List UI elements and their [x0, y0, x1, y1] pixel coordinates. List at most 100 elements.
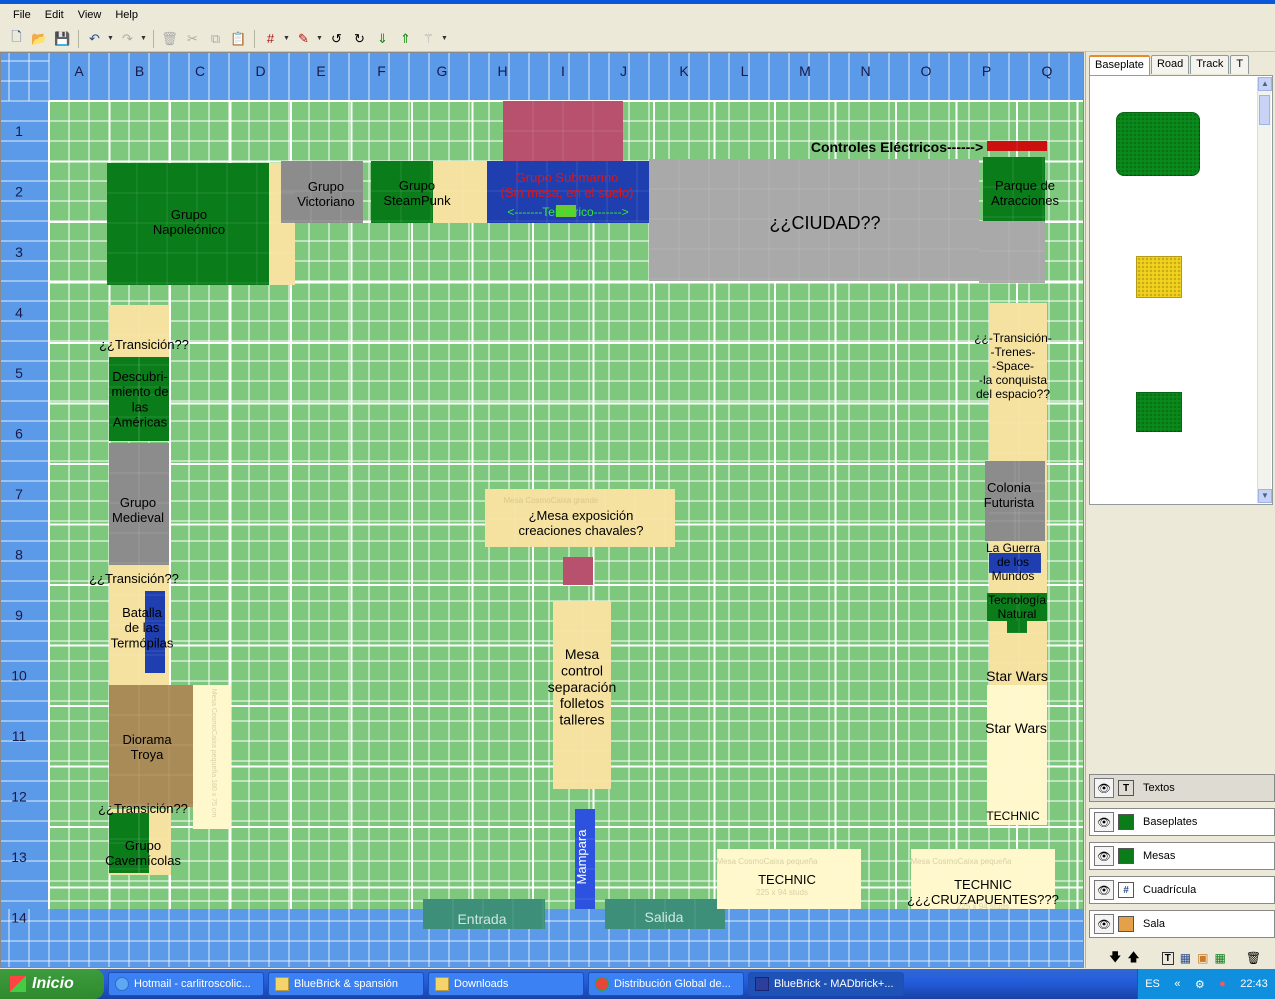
network-icon[interactable]: ⚙ [1195, 978, 1205, 991]
row-label-6: 6 [15, 426, 23, 442]
layout-map[interactable]: ABCDEFGHIJKLMNOPQ 1234567891011121314 Gr… [1, 53, 1084, 968]
layer-name: Textos [1143, 782, 1175, 794]
snap-grid-icon[interactable]: # [260, 28, 281, 49]
scroll-thumb[interactable] [1259, 95, 1270, 125]
delete-icon[interactable]: 🗑 [159, 28, 180, 49]
mesa-exposicion-label: ¿Mesa exposición creaciones chavales? [518, 508, 643, 538]
starwars-2-label: Star Wars [985, 720, 1047, 736]
rotate-right-icon[interactable]: ↻ [349, 28, 370, 49]
magic-wand-icon[interactable]: ⚚ [418, 28, 439, 49]
row-label-9: 9 [15, 607, 23, 623]
layer-name: Sala [1143, 918, 1166, 930]
add-text-layer-icon[interactable]: T [1161, 951, 1174, 965]
text-layer-icon: T [1118, 780, 1134, 796]
starwars-1-label: Star Wars [986, 668, 1048, 684]
paste-icon[interactable]: 📋 [228, 28, 249, 49]
tab-track[interactable]: Track [1190, 55, 1230, 74]
eye-icon[interactable]: 👁 [1094, 812, 1114, 832]
menu-help[interactable]: Help [108, 6, 145, 24]
table-layer-icon: ▦ [1118, 848, 1134, 864]
task-label: Distribución Global de... [614, 978, 731, 990]
steampunk-table[interactable] [433, 161, 487, 223]
rotate-left-icon[interactable]: ↺ [326, 28, 347, 49]
layer-sala[interactable]: 👁 ▣ Sala [1089, 910, 1275, 938]
row-label-4: 4 [15, 305, 23, 321]
column-label-G: G [437, 63, 448, 79]
antivirus-icon[interactable]: ● [1219, 978, 1226, 990]
new-file-icon[interactable]: 🗋 [6, 28, 27, 49]
send-back-icon[interactable]: ⇓ [372, 28, 393, 49]
layer-textos[interactable]: 👁 T Textos [1089, 774, 1275, 802]
column-label-E: E [316, 63, 325, 79]
layer-baseplates[interactable]: 👁 ▦ Baseplates [1089, 808, 1275, 836]
yellow-baseplate[interactable] [1136, 256, 1182, 298]
eye-icon[interactable]: 👁 [1094, 846, 1114, 866]
add-baseplate-layer-icon[interactable]: ▦ [1214, 951, 1225, 965]
tray-expand-icon[interactable]: « [1174, 978, 1180, 990]
eye-icon[interactable]: 👁 [1094, 880, 1114, 900]
menu-edit[interactable]: Edit [38, 6, 71, 24]
layer-mesas[interactable]: 👁 ▦ Mesas [1089, 842, 1275, 870]
add-room-layer-icon[interactable]: ▣ [1197, 951, 1208, 965]
move-layer-up-icon[interactable]: 🡅 [1127, 948, 1139, 969]
eye-icon[interactable]: 👁 [1094, 914, 1114, 934]
column-label-L: L [741, 63, 749, 79]
language-indicator[interactable]: ES [1145, 978, 1160, 990]
windows-logo-icon [10, 976, 26, 992]
column-label-N: N [860, 63, 870, 79]
redo-icon[interactable]: ↷ [117, 28, 138, 49]
layer-cuadr-cula[interactable]: 👁 # Cuadrícula [1089, 876, 1275, 904]
folder-icon [435, 977, 449, 991]
redo-dropdown-icon[interactable]: ▼ [140, 35, 148, 42]
snap-dropdown-icon[interactable]: ▼ [283, 35, 291, 42]
move-layer-down-icon[interactable]: 🡇 [1109, 948, 1121, 969]
paint-dropdown-icon[interactable]: ▼ [316, 35, 324, 42]
undo-icon[interactable]: ↶ [84, 28, 105, 49]
save-icon[interactable]: 💾 [52, 28, 73, 49]
column-label-H: H [497, 63, 507, 79]
task-downloads[interactable]: Downloads [428, 972, 584, 996]
green-baseplate-large[interactable] [1116, 112, 1200, 176]
row-label-1: 1 [15, 123, 23, 139]
tab-baseplate[interactable]: Baseplate [1089, 55, 1150, 76]
menu-file[interactable]: File [6, 6, 38, 24]
map-canvas[interactable]: ABCDEFGHIJKLMNOPQ 1 2 3 4 5 6 7 8 9 10 11 12 13 14 [0, 52, 1084, 968]
ghost-studs-1-label: 225 x 94 studs [756, 888, 808, 897]
tecnologia-small[interactable] [1007, 621, 1027, 633]
green-baseplate-small[interactable] [1136, 392, 1182, 432]
layer-tools: 🡇 🡅 T ▦ ▣ ▦ 🗑 [1089, 948, 1275, 968]
scroll-up-icon[interactable]: ▲ [1258, 77, 1272, 91]
bring-front-icon[interactable]: ⇑ [395, 28, 416, 49]
delete-layer-icon[interactable]: 🗑 [1246, 951, 1261, 965]
wand-dropdown-icon[interactable]: ▼ [441, 35, 449, 42]
open-folder-icon[interactable]: 📂 [29, 28, 50, 49]
undo-dropdown-icon[interactable]: ▼ [107, 35, 115, 42]
menu-view[interactable]: View [71, 6, 109, 24]
bluebrick-icon [755, 977, 769, 991]
task-label: Downloads [454, 978, 509, 990]
cut-icon[interactable]: ✂ [182, 28, 203, 49]
folder-icon [275, 977, 289, 991]
toolbar-separator [153, 29, 154, 48]
scroll-down-icon[interactable]: ▼ [1258, 489, 1272, 503]
copy-icon[interactable]: ⧉ [205, 28, 226, 49]
task-bluebrick-folder[interactable]: BlueBrick & spansión [268, 972, 424, 996]
ghost-cosmo-grande-label: Mesa CosmoCaixa grande [504, 496, 599, 505]
task-chrome[interactable]: Distribución Global de... [588, 972, 744, 996]
column-label-J: J [620, 63, 627, 79]
add-grid-layer-icon[interactable]: ▦ [1180, 951, 1191, 965]
paint-icon[interactable]: ✎ [293, 28, 314, 49]
toolbar-separator [254, 29, 255, 48]
task-bluebrick-app[interactable]: BlueBrick - MADbrick+... [748, 972, 904, 996]
start-button[interactable]: Inicio [0, 969, 104, 999]
chrome-icon [595, 977, 609, 991]
eye-icon[interactable]: 👁 [1094, 778, 1114, 798]
task-hotmail[interactable]: Hotmail - carlitroscolic... [108, 972, 264, 996]
ciudad-extension[interactable] [979, 221, 1045, 283]
part-list-scrollbar[interactable]: ▲ ▼ [1257, 77, 1272, 503]
column-label-F: F [377, 63, 386, 79]
taskbar: Inicio Hotmail - carlitroscolic... BlueB… [0, 969, 1275, 999]
tab-more[interactable]: T [1230, 55, 1250, 74]
small-magenta-plate[interactable] [563, 557, 593, 585]
tab-road[interactable]: Road [1150, 55, 1190, 74]
